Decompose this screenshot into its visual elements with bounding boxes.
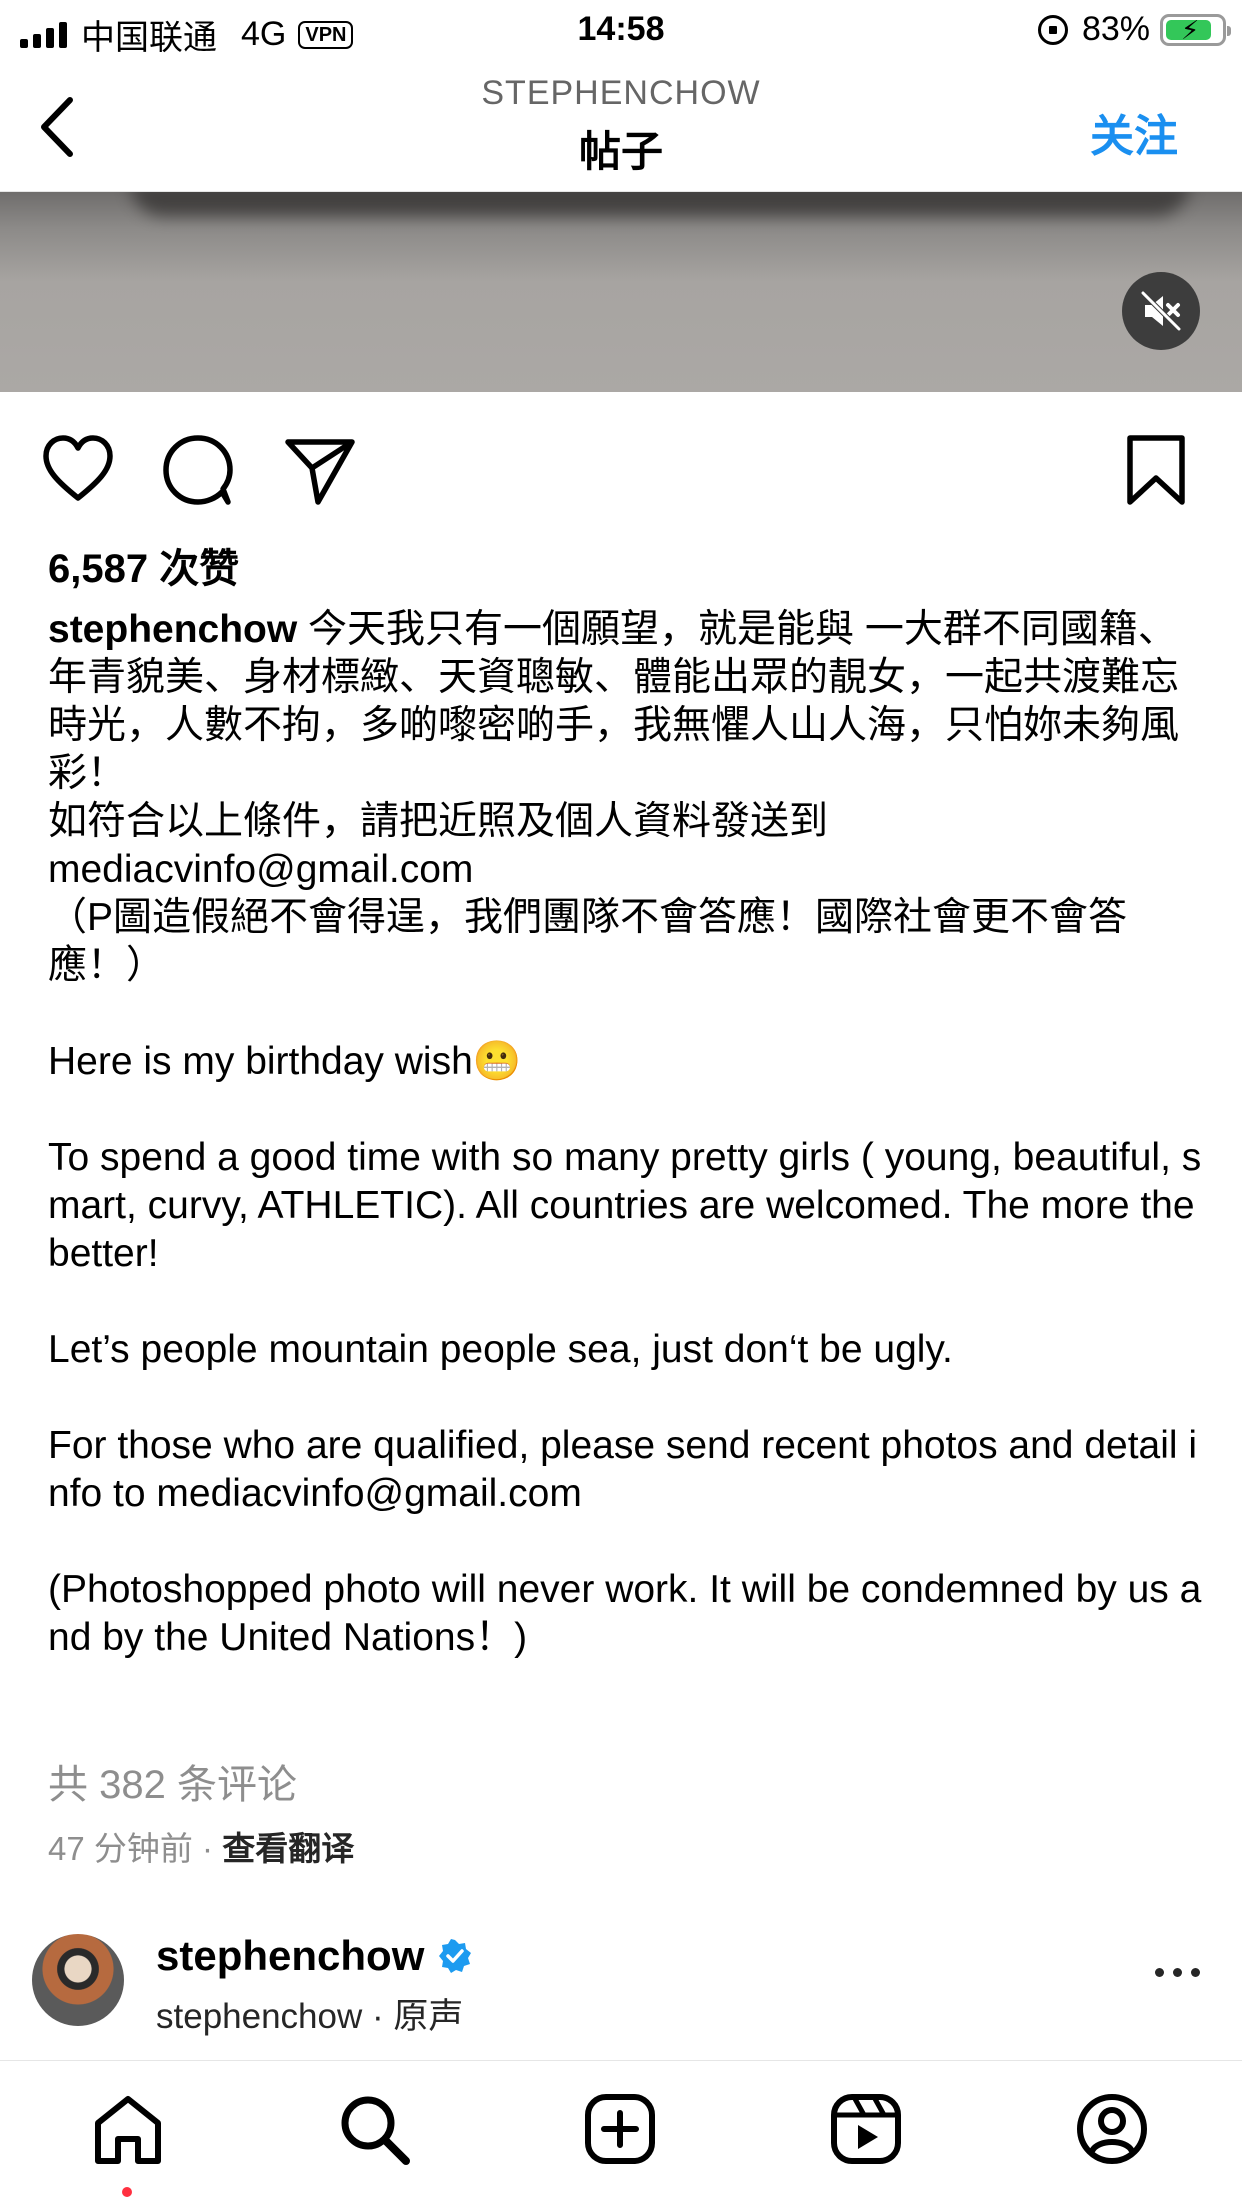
navigation-bar: STEPHENCHOW 帖子 关注: [0, 62, 1242, 192]
next-post-audio[interactable]: stephenchow · 原声: [156, 1988, 463, 2039]
save-button[interactable]: [1118, 432, 1194, 508]
page-title: 帖子: [578, 128, 663, 175]
post-time: 47 分钟前: [48, 1830, 193, 1867]
like-button[interactable]: [40, 432, 116, 508]
next-post-header: stephenchow stephenchow · 原声: [0, 1928, 1242, 2058]
more-dot: [1155, 1968, 1164, 1977]
reels-icon: [831, 2094, 901, 2164]
charging-bolt-icon: ⚡: [1181, 14, 1200, 45]
bookmark-icon: [1127, 435, 1185, 505]
heart-icon: [43, 435, 113, 501]
home-icon: [95, 2096, 161, 2164]
mute-button[interactable]: [1122, 272, 1200, 350]
search-icon: [341, 2096, 410, 2165]
tab-home[interactable]: [90, 2091, 166, 2167]
tab-profile[interactable]: [1074, 2091, 1150, 2167]
status-bar: 中国联通 4G VPN 14:58 83% ⚡: [0, 0, 1242, 62]
header-username: STEPHENCHOW: [481, 74, 761, 112]
status-right: 83% ⚡: [1037, 10, 1231, 49]
orientation-lock-icon: [1037, 14, 1068, 45]
likes-count[interactable]: 6,587 次赞: [48, 536, 239, 594]
notification-dot: [122, 2187, 132, 2197]
post-meta: 47 分钟前 · 查看翻译: [48, 1822, 354, 1870]
post-media[interactable]: [0, 192, 1242, 392]
more-dot: [1173, 1968, 1182, 1977]
follow-button[interactable]: 关注: [1090, 100, 1178, 164]
post-actions: [0, 392, 1242, 532]
tab-reels[interactable]: [828, 2091, 904, 2167]
more-dot: [1191, 1968, 1200, 1977]
paper-plane-icon: [285, 439, 355, 505]
share-button[interactable]: [282, 432, 358, 508]
media-content: [130, 192, 1190, 216]
profile-icon: [1077, 2094, 1147, 2164]
caption-text: 今天我只有一個願望，就是能與 一大群不同國籍、年青貌美、身材標緻、天資聰敏、體能…: [48, 608, 1202, 1659]
next-post-username-row: stephenchow: [156, 1932, 472, 1980]
comment-bubble-icon: [163, 435, 233, 505]
translate-link[interactable]: 查看翻译: [222, 1830, 354, 1867]
bottom-tab-bar: [0, 2060, 1242, 2208]
verified-badge-icon: [439, 1939, 472, 1973]
battery-icon: ⚡: [1160, 13, 1231, 46]
speaker-muted-icon: [1141, 291, 1181, 331]
comment-button[interactable]: [160, 432, 236, 508]
avatar[interactable]: [32, 1934, 124, 2026]
battery-percent: 83%: [1081, 10, 1150, 48]
post-caption: stephenchow 今天我只有一個願望，就是能與 一大群不同國籍、年青貌美、…: [48, 606, 1208, 1662]
tab-create[interactable]: [582, 2091, 658, 2167]
create-icon: [585, 2094, 655, 2164]
more-options-button[interactable]: [1155, 1968, 1200, 1977]
next-post-username[interactable]: stephenchow: [156, 1932, 424, 1980]
tab-search[interactable]: [336, 2091, 412, 2167]
caption-username[interactable]: stephenchow: [48, 608, 297, 651]
meta-separator: ·: [192, 1830, 223, 1867]
view-comments-link[interactable]: 共 382 条评论: [48, 1752, 297, 1810]
